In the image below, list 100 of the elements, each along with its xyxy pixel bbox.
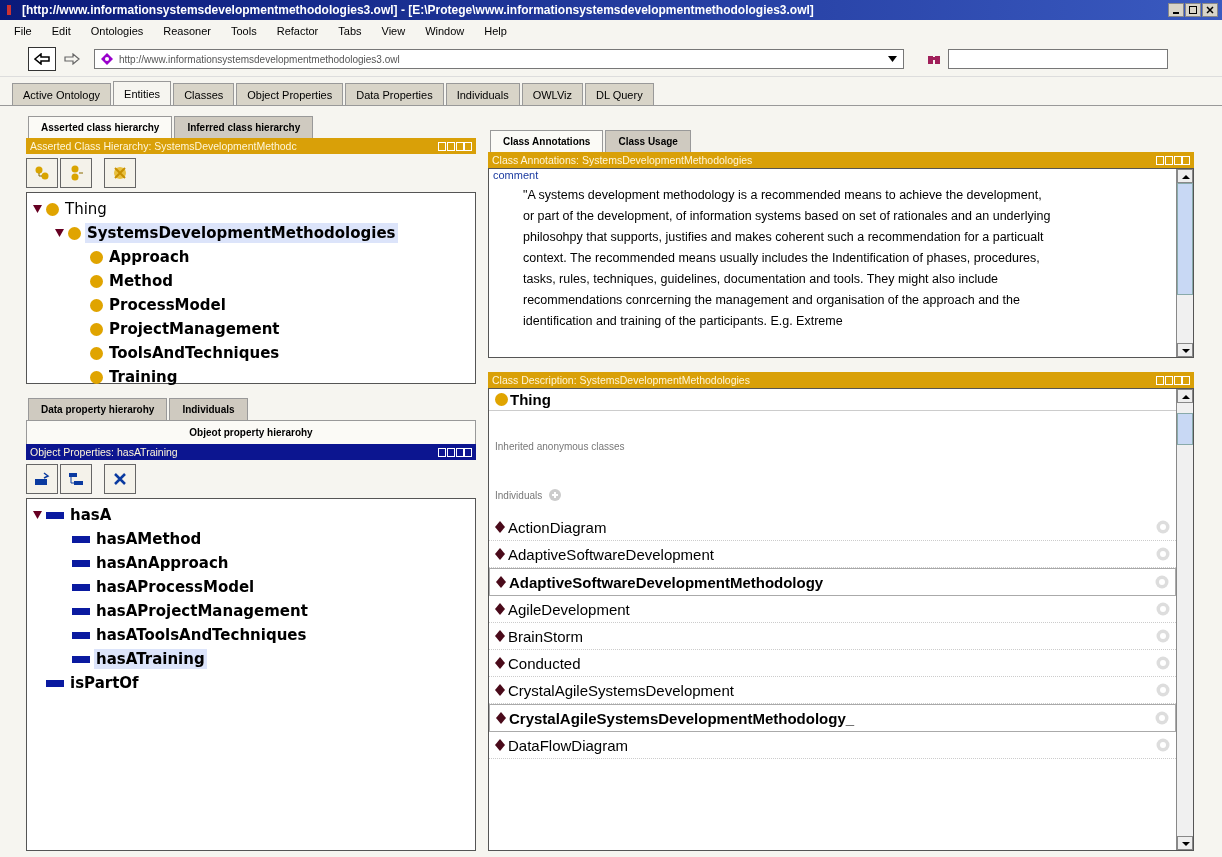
annotation-text: "A systems development methodology is a recommended means to achieve the development, or part of the development, of information systems based on set of rationales and an underlying philosohpy that supports, justifies and makes coherent such a recommendation for a particualt context. The recommended means usually includes the Indentification of phases, procedures, tasks, rules, techniques, guidelines, documentation and tools. They might also include recommendations conrcerning the management and organisation of the approach and the identification and training of the participants. E.g. Extreme (523, 187, 1052, 330)
tab[interactable]: Classes (173, 83, 235, 105)
tab[interactable]: Class Usage (605, 130, 691, 152)
menu-item[interactable]: Reasoner (153, 25, 221, 37)
tree-item[interactable]: Training (107, 367, 180, 387)
menu-item[interactable]: Tools (221, 25, 267, 37)
tab[interactable]: Asserted class hierarchy (28, 116, 173, 138)
tree-item[interactable]: hasATraining (94, 649, 207, 669)
property-icon (72, 631, 90, 639)
tab[interactable]: Inferred class hierarchy (174, 116, 314, 138)
menu-item[interactable]: Edit (41, 25, 81, 37)
panel-title: Class Annotations: SystemsDevelopmentMethodologies (492, 154, 753, 166)
scroll-down-icon[interactable] (1177, 343, 1193, 357)
class-circle-icon (495, 393, 508, 406)
individual-item[interactable]: DataFlowDiagram (508, 736, 1153, 754)
tree-item[interactable]: ProjectManagement (107, 319, 282, 339)
annotation-property: comment (493, 169, 540, 181)
tree-item[interactable]: Thing (63, 199, 109, 219)
tree-item[interactable]: hasAnApproach (94, 553, 231, 573)
tree-item[interactable]: hasAProcessModel (94, 577, 257, 597)
panel-title: Class Description: SystemsDevelopmentMethodologies (492, 374, 750, 386)
individual-item[interactable]: Conducted (508, 654, 1153, 672)
panel-title: Asserted Class Hierarchy: SystemsDevelopmentMethodc (30, 140, 297, 152)
expand-triangle-icon[interactable] (55, 229, 64, 237)
ontology-icon (101, 53, 113, 65)
scrollbar[interactable] (1176, 169, 1193, 357)
expand-triangle-icon[interactable] (33, 205, 42, 213)
tree-item[interactable]: Approach (107, 247, 192, 267)
menu-item[interactable]: File (4, 25, 42, 37)
menu-item[interactable]: Help (474, 25, 517, 37)
tree-item[interactable]: SystemsDevelopmentMethodologies (85, 223, 398, 243)
expand-triangle-icon[interactable] (33, 511, 42, 519)
add-subclass-button[interactable] (26, 158, 58, 188)
individual-diamond-icon (495, 684, 505, 696)
class-circle-icon (90, 346, 103, 360)
menu-item[interactable]: Window (415, 25, 475, 37)
delete-icon (112, 165, 128, 181)
individual-item[interactable]: BrainStorm (508, 627, 1153, 645)
tree-item[interactable]: Method (107, 271, 175, 291)
tree-item[interactable]: ToolsAndTechniques (107, 343, 282, 363)
tab[interactable]: Active Ontology (12, 83, 112, 105)
scroll-down-icon[interactable] (1177, 836, 1193, 850)
delete-class-button[interactable] (104, 158, 136, 188)
tree-item[interactable]: ProcessModel (107, 295, 228, 315)
tab[interactable]: Objeot property hierarohy (26, 420, 476, 444)
individual-diamond-icon (496, 576, 506, 588)
maximize-icon (1189, 6, 1197, 14)
tree-item[interactable]: hasAToolsAndTechniques (94, 625, 309, 645)
individual-diamond-icon (496, 712, 506, 724)
tab[interactable]: Entities (113, 81, 172, 105)
class-circle-icon (90, 322, 103, 336)
tab[interactable]: Data Properties (345, 83, 444, 105)
scroll-thumb[interactable] (1177, 413, 1193, 445)
minimize-button[interactable] (1168, 3, 1184, 17)
tab[interactable]: Individuals (169, 398, 248, 420)
delete-property-button[interactable] (104, 464, 136, 494)
tab[interactable]: Data property hierarohy (28, 398, 168, 420)
add-sibling-button[interactable] (60, 158, 92, 188)
view-controls-icon (1156, 155, 1190, 165)
property-icon (72, 559, 90, 567)
close-button[interactable] (1202, 3, 1218, 17)
individual-item[interactable]: AdaptiveSoftwareDevelopment (508, 545, 1153, 563)
class-circle-icon (90, 250, 103, 264)
class-circle-icon (90, 274, 103, 288)
tab[interactable]: OWLViz (521, 83, 583, 105)
menu-item[interactable]: View (371, 25, 416, 37)
individual-item[interactable]: AgileDevelopment (508, 600, 1153, 618)
tab[interactable]: Class Annotations (490, 130, 604, 152)
ontology-address-field[interactable]: http://www.informationsystemsdevelopmentmethodologies3.owl (94, 49, 904, 69)
menu-item[interactable]: Tabs (328, 25, 372, 37)
individual-diamond-icon (495, 739, 505, 751)
add-subproperty-button[interactable] (26, 464, 58, 494)
superclass-item[interactable]: Thing (510, 391, 551, 408)
property-icon (46, 511, 64, 519)
tab[interactable]: Object Properties (236, 83, 344, 105)
class-circle-icon (90, 370, 103, 384)
individual-item[interactable]: CrystalAgileSystemsDevelopment (508, 681, 1153, 699)
dropdown-caret-icon (888, 56, 897, 62)
tree-item[interactable]: hasAProjectManagement (94, 601, 310, 621)
maximize-button[interactable] (1185, 3, 1201, 17)
close-icon (1206, 6, 1214, 14)
tree-item[interactable]: hasAMethod (94, 529, 204, 549)
tree-item[interactable]: isPartOf (68, 673, 141, 693)
tab[interactable]: DL Query (585, 83, 654, 105)
scroll-thumb[interactable] (1177, 183, 1193, 295)
individual-item[interactable]: ActionDiagram (508, 518, 1153, 536)
tree-item[interactable]: hasA (68, 505, 114, 525)
class-circle-icon (68, 226, 81, 240)
search-field[interactable] (948, 49, 1168, 69)
scroll-up-icon[interactable] (1177, 169, 1193, 183)
menu-item[interactable]: Refactor (266, 25, 329, 37)
menu-item[interactable]: Ontologies (80, 25, 154, 37)
individual-diamond-icon (495, 521, 505, 533)
add-sibling-property-button[interactable] (60, 464, 92, 494)
scrollbar[interactable] (1176, 389, 1193, 850)
view-controls-icon (438, 141, 472, 151)
add-subproperty-icon (34, 471, 50, 487)
scroll-up-icon[interactable] (1177, 389, 1193, 403)
tab[interactable]: Individuals (445, 83, 520, 105)
back-button[interactable] (28, 47, 56, 71)
